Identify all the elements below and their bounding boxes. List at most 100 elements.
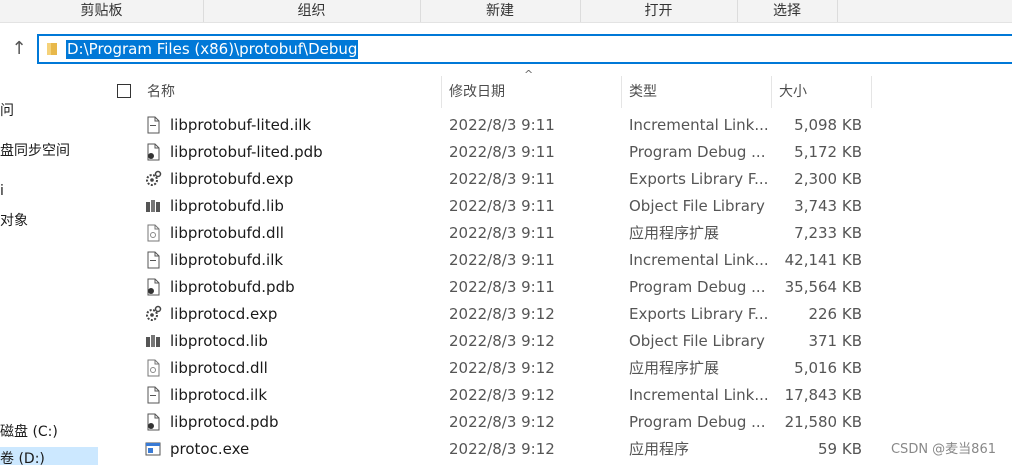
ribbon-group-new[interactable]: 新建 xyxy=(420,0,581,22)
column-header-size[interactable]: 大小 xyxy=(779,76,807,108)
file-row[interactable]: libprotocd.pdb 2022/8/3 9:12 Program Debug… xyxy=(140,409,880,436)
file-modified-date: 2022/8/3 9:11 xyxy=(449,170,555,188)
column-header-type[interactable]: 类型 xyxy=(629,76,657,108)
file-modified-date: 2022/8/3 9:11 xyxy=(449,197,555,215)
file-type: Object File Library xyxy=(629,332,765,350)
pdb-file-icon xyxy=(144,278,162,296)
exe-file-icon xyxy=(144,440,162,458)
file-type: Object File Library xyxy=(629,197,765,215)
file-row[interactable]: libprotocd.lib 2022/8/3 9:12 Object File L… xyxy=(140,328,880,355)
lib-file-icon xyxy=(144,197,162,215)
file-size: 17,843 KB xyxy=(784,386,862,404)
file-name[interactable]: libprotobuf-lited.ilk xyxy=(170,112,311,139)
file-modified-date: 2022/8/3 9:12 xyxy=(449,386,555,404)
file-size: 59 KB xyxy=(818,440,862,458)
file-modified-date: 2022/8/3 9:11 xyxy=(449,116,555,134)
file-name[interactable]: libprotocd.pdb xyxy=(170,409,279,436)
file-type: Program Debug ... xyxy=(629,413,766,431)
file-type: Program Debug ... xyxy=(629,278,766,296)
file-size: 226 KB xyxy=(808,305,862,323)
sort-ascending-icon: ^ xyxy=(524,68,534,81)
nav-item-drive-c[interactable]: 磁盘 (C:) xyxy=(0,420,98,444)
folder-icon xyxy=(47,43,57,55)
exp-file-icon xyxy=(144,170,162,188)
file-modified-date: 2022/8/3 9:12 xyxy=(449,359,555,377)
file-row[interactable]: libprotobufd.dll 2022/8/3 9:11 应用程序扩展 7,233… xyxy=(140,220,880,247)
file-modified-date: 2022/8/3 9:12 xyxy=(449,440,555,458)
file-size: 5,172 KB xyxy=(794,143,862,161)
file-type: Incremental Link... xyxy=(629,251,769,269)
lib-file-icon xyxy=(144,332,162,350)
file-name[interactable]: protoc.exe xyxy=(170,436,249,463)
select-all-checkbox[interactable] xyxy=(117,84,131,98)
nav-item[interactable]: 问 xyxy=(0,99,98,123)
file-row[interactable]: libprotobufd.exp 2022/8/3 9:11 Exports Lib… xyxy=(140,166,880,193)
address-row: ↑ D:\Program Files (x86)\protobuf\Debug xyxy=(0,23,1012,75)
file-size: 5,016 KB xyxy=(794,359,862,377)
file-row[interactable]: libprotobufd.ilk 2022/8/3 9:11 Incremental… xyxy=(140,247,880,274)
file-row[interactable]: libprotocd.ilk 2022/8/3 9:12 Incremental L… xyxy=(140,382,880,409)
file-name[interactable]: libprotobufd.pdb xyxy=(170,274,295,301)
file-row[interactable]: libprotobuf-lited.ilk 2022/8/3 9:11 Increm… xyxy=(140,112,880,139)
nav-item-sync-space[interactable]: 盘同步空间 xyxy=(0,139,98,163)
file-type: Exports Library F... xyxy=(629,170,769,188)
column-header-name[interactable]: 名称 xyxy=(147,76,175,108)
file-name[interactable]: libprotobufd.dll xyxy=(170,220,284,247)
file-name[interactable]: libprotobufd.lib xyxy=(170,193,284,220)
up-arrow-icon[interactable]: ↑ xyxy=(8,38,30,60)
file-size: 371 KB xyxy=(808,332,862,350)
nav-item-drive-d[interactable]: 卷 (D:) xyxy=(0,447,98,465)
file-row[interactable]: libprotobuf-lited.pdb 2022/8/3 9:11 Progra… xyxy=(140,139,880,166)
navigation-pane: 问 盘同步空间 i 对象 磁盘 (C:) 卷 (D:) xyxy=(0,75,98,465)
file-modified-date: 2022/8/3 9:11 xyxy=(449,251,555,269)
ilk-file-icon xyxy=(144,386,162,404)
nav-item[interactable]: i xyxy=(0,179,98,203)
file-name[interactable]: libprotocd.ilk xyxy=(170,382,267,409)
file-name[interactable]: libprotocd.dll xyxy=(170,355,268,382)
ribbon-bar: 剪贴板 组织 新建 打开 选择 xyxy=(0,0,1012,23)
file-type: 应用程序扩展 xyxy=(629,359,720,377)
column-divider[interactable] xyxy=(441,76,442,108)
file-type: 应用程序扩展 xyxy=(629,224,720,242)
file-modified-date: 2022/8/3 9:12 xyxy=(449,305,555,323)
ribbon-group-clipboard[interactable]: 剪贴板 xyxy=(0,0,204,22)
file-type: Program Debug ... xyxy=(629,143,766,161)
dll-file-icon xyxy=(144,359,162,377)
column-divider[interactable] xyxy=(871,76,872,108)
column-header-date[interactable]: 修改日期 xyxy=(449,76,505,108)
exp-file-icon xyxy=(144,305,162,323)
file-modified-date: 2022/8/3 9:11 xyxy=(449,278,555,296)
file-size: 5,098 KB xyxy=(794,116,862,134)
ribbon-group-open[interactable]: 打开 xyxy=(580,0,738,22)
file-size: 7,233 KB xyxy=(794,224,862,242)
file-size: 21,580 KB xyxy=(784,413,862,431)
file-size: 3,743 KB xyxy=(794,197,862,215)
file-row[interactable]: libprotocd.dll 2022/8/3 9:12 应用程序扩展 5,016 K… xyxy=(140,355,880,382)
ilk-file-icon xyxy=(144,251,162,269)
ribbon-group-organize[interactable]: 组织 xyxy=(203,0,421,22)
file-name[interactable]: libprotobufd.ilk xyxy=(170,247,283,274)
file-row[interactable]: libprotobufd.pdb 2022/8/3 9:11 Program Deb… xyxy=(140,274,880,301)
nav-item-objects[interactable]: 对象 xyxy=(0,209,98,233)
file-name[interactable]: libprotocd.lib xyxy=(170,328,268,355)
file-modified-date: 2022/8/3 9:11 xyxy=(449,224,555,242)
file-row[interactable]: libprotobufd.lib 2022/8/3 9:11 Object File… xyxy=(140,193,880,220)
file-size: 42,141 KB xyxy=(784,251,862,269)
file-name[interactable]: libprotobuf-lited.pdb xyxy=(170,139,323,166)
address-path-text[interactable]: D:\Program Files (x86)\protobuf\Debug xyxy=(66,40,359,59)
pdb-file-icon xyxy=(144,413,162,431)
file-type: Incremental Link... xyxy=(629,116,769,134)
pdb-file-icon xyxy=(144,143,162,161)
file-name[interactable]: libprotocd.exp xyxy=(170,301,277,328)
dll-file-icon xyxy=(144,224,162,242)
file-row[interactable]: libprotocd.exp 2022/8/3 9:12 Exports Libra… xyxy=(140,301,880,328)
ribbon-group-select[interactable]: 选择 xyxy=(737,0,838,22)
file-name[interactable]: libprotobufd.exp xyxy=(170,166,293,193)
column-divider[interactable] xyxy=(771,76,772,108)
ilk-file-icon xyxy=(144,116,162,134)
watermark: CSDN @麦当861 xyxy=(890,442,996,457)
address-bar[interactable]: D:\Program Files (x86)\protobuf\Debug xyxy=(37,34,1012,64)
file-modified-date: 2022/8/3 9:12 xyxy=(449,332,555,350)
column-divider[interactable] xyxy=(621,76,622,108)
file-row[interactable]: protoc.exe 2022/8/3 9:12 应用程序 59 KB xyxy=(140,436,880,463)
